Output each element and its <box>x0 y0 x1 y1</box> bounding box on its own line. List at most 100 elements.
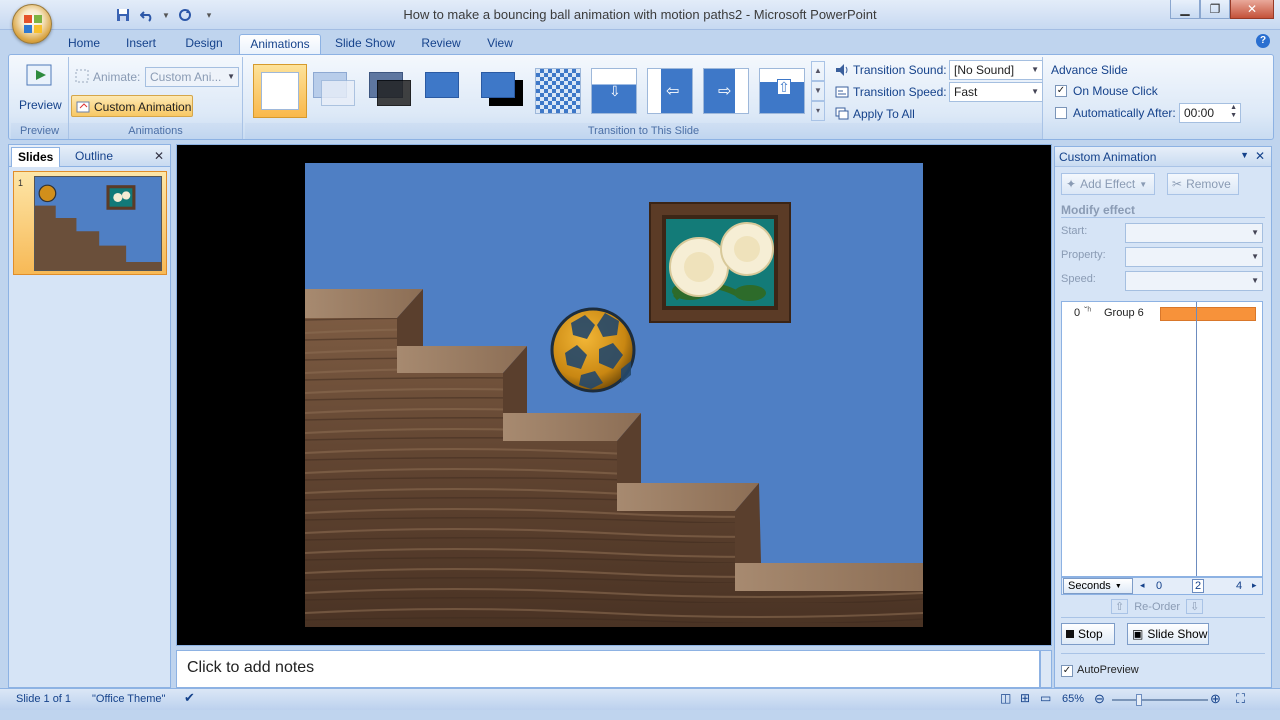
property-label: Property: <box>1061 249 1106 261</box>
apply-to-all-button[interactable]: Apply To All <box>835 105 925 123</box>
apply-to-all-icon <box>835 107 849 120</box>
remove-label: Remove <box>1186 177 1231 191</box>
remove-button[interactable]: ✂ Remove <box>1167 173 1239 195</box>
speed-label: Speed: <box>1061 273 1096 285</box>
zoom-in-icon[interactable]: ⊕ <box>1210 691 1221 707</box>
zoom-out-icon[interactable]: ⊖ <box>1094 691 1105 707</box>
notes-pane[interactable]: Click to add notes <box>176 650 1040 688</box>
notes-scrollbar[interactable] <box>1040 650 1052 688</box>
stop-button[interactable]: Stop <box>1061 623 1115 645</box>
transition-wipe-down[interactable]: ⇩ <box>591 68 637 114</box>
slide-show-view-icon[interactable]: ▭ <box>1040 691 1051 705</box>
remove-icon: ✂ <box>1172 177 1183 191</box>
pane-menu-icon[interactable]: ▼ <box>1240 150 1249 160</box>
gallery-more-button[interactable]: ▾ <box>811 101 825 121</box>
animation-name: Group 6 <box>1104 307 1144 319</box>
on-mouse-click-checkbox[interactable]: ✓ <box>1055 85 1067 97</box>
add-effect-button[interactable]: ✦ Add Effect ▼ <box>1061 173 1155 195</box>
auto-after-label: Automatically After: <box>1073 106 1176 120</box>
tab-design[interactable]: Design <box>178 34 230 54</box>
slide-thumbnail[interactable]: 1 <box>13 171 167 275</box>
custom-animation-title: Custom Animation <box>1059 150 1157 164</box>
slide-number: 1 <box>18 178 24 188</box>
custom-animation-button[interactable]: Custom Animation <box>71 95 193 117</box>
transition-dissolve[interactable] <box>535 68 581 114</box>
slide-canvas[interactable] <box>305 163 923 627</box>
gallery-down-button[interactable]: ▼ <box>811 81 825 101</box>
office-button[interactable] <box>12 4 52 44</box>
preview-label: Preview <box>19 98 62 112</box>
slide-sorter-icon[interactable]: ⊞ <box>1020 691 1030 705</box>
auto-after-input[interactable]: 00:00 ▲ ▼ <box>1179 103 1241 123</box>
zoom-slider[interactable] <box>1112 694 1208 706</box>
transition-fade-through-black[interactable] <box>367 68 413 114</box>
transition-sound-dropdown[interactable]: [No Sound] ▼ <box>949 60 1043 80</box>
transition-speed-label: Transition Speed: <box>853 85 947 99</box>
motion-path-icon: ˇʰ <box>1084 306 1092 317</box>
notes-placeholder: Click to add notes <box>187 659 315 676</box>
animation-list[interactable]: 0 ˇʰ Group 6 <box>1061 301 1263 577</box>
spell-check-icon[interactable]: ✔ <box>184 690 195 706</box>
slide-info: Slide 1 of 1 <box>16 693 72 705</box>
close-icon[interactable]: ✕ <box>1255 149 1265 163</box>
auto-after-checkbox[interactable] <box>1055 107 1067 119</box>
transition-wipe-up[interactable]: ⇧ <box>759 68 805 114</box>
preview-button[interactable]: Preview <box>19 61 62 113</box>
zoom-thumb[interactable] <box>1136 694 1142 706</box>
tab-animations[interactable]: Animations <box>239 34 321 54</box>
speed-dropdown[interactable]: ▼ <box>1125 271 1263 291</box>
restore-button[interactable]: ❐ <box>1200 0 1230 19</box>
tab-insert[interactable]: Insert <box>118 34 164 54</box>
advance-slide-group: Advance Slide ✓ On Mouse Click Automatic… <box>1045 57 1245 139</box>
transition-fade-smoothly[interactable] <box>311 68 357 114</box>
property-dropdown[interactable]: ▼ <box>1125 247 1263 267</box>
transition-sound-label: Transition Sound: <box>853 63 947 77</box>
start-dropdown[interactable]: ▼ <box>1125 223 1263 243</box>
autopreview-label: AutoPreview <box>1077 664 1139 676</box>
theme-name[interactable]: "Office Theme" <box>92 693 165 705</box>
custom-animation-pane: Custom Animation ▼ ✕ ✦ Add Effect ▼ ✂ Remov… <box>1054 146 1272 688</box>
timeline-left-icon[interactable]: ◂ <box>1140 580 1145 591</box>
slide-show-button[interactable]: ▣ Slide Show <box>1127 623 1209 645</box>
transition-cut-through-black[interactable] <box>479 68 525 114</box>
reorder-label: Re-Order <box>1134 600 1181 613</box>
ribbon-tabs: Home Insert Design Animations Slide Show… <box>0 30 1280 54</box>
normal-view-icon[interactable]: ◫ <box>1000 691 1011 705</box>
slide-editor <box>176 144 1052 646</box>
divider <box>1061 653 1265 654</box>
help-icon[interactable]: ? <box>1256 34 1270 48</box>
transition-wipe-left[interactable]: ⇦ <box>647 68 693 114</box>
transition-wipe-right[interactable]: ⇨ <box>703 68 749 114</box>
zoom-level[interactable]: 65% <box>1062 693 1084 705</box>
tab-review[interactable]: Review <box>414 34 468 54</box>
tick-4: 4 <box>1236 580 1243 592</box>
seconds-dropdown[interactable]: Seconds ▼ <box>1063 578 1133 594</box>
gallery-up-button[interactable]: ▲ <box>811 61 825 81</box>
tab-view[interactable]: View <box>480 34 520 54</box>
timeline-bar[interactable] <box>1160 307 1256 321</box>
close-icon[interactable]: ✕ <box>154 149 164 163</box>
transition-none[interactable] <box>253 64 307 118</box>
spinner-icon[interactable]: ▲ ▼ <box>1230 104 1237 120</box>
move-up-icon[interactable]: ⇧ <box>1111 599 1129 614</box>
fit-to-window-icon[interactable]: ⛶ <box>1236 691 1245 707</box>
minimize-button[interactable]: ▁ <box>1170 0 1200 19</box>
custom-animation-label: Custom Animation <box>94 100 192 114</box>
move-down-icon[interactable]: ⇩ <box>1186 599 1204 614</box>
tick-0: 0 <box>1156 580 1163 592</box>
transition-speed-dropdown[interactable]: Fast ▼ <box>949 82 1043 102</box>
tab-slide-show[interactable]: Slide Show <box>330 34 400 54</box>
custom-animation-icon <box>76 101 90 113</box>
add-effect-label: Add Effect <box>1080 177 1136 191</box>
close-button[interactable]: ✕ <box>1230 0 1274 19</box>
animation-index: 0 <box>1074 307 1081 319</box>
autopreview-checkbox[interactable]: ✓ <box>1061 665 1073 677</box>
tab-slides[interactable]: Slides <box>11 147 61 167</box>
slide-show-label: Slide Show <box>1147 627 1208 641</box>
transition-cut[interactable] <box>423 68 469 114</box>
tab-outline[interactable]: Outline <box>69 147 119 167</box>
timeline-right-icon[interactable]: ▸ <box>1252 580 1257 591</box>
list-item[interactable]: 0 ˇʰ Group 6 <box>1064 306 1260 322</box>
animate-dropdown[interactable]: Custom Ani... ▼ <box>145 67 239 87</box>
tab-home[interactable]: Home <box>62 34 106 54</box>
